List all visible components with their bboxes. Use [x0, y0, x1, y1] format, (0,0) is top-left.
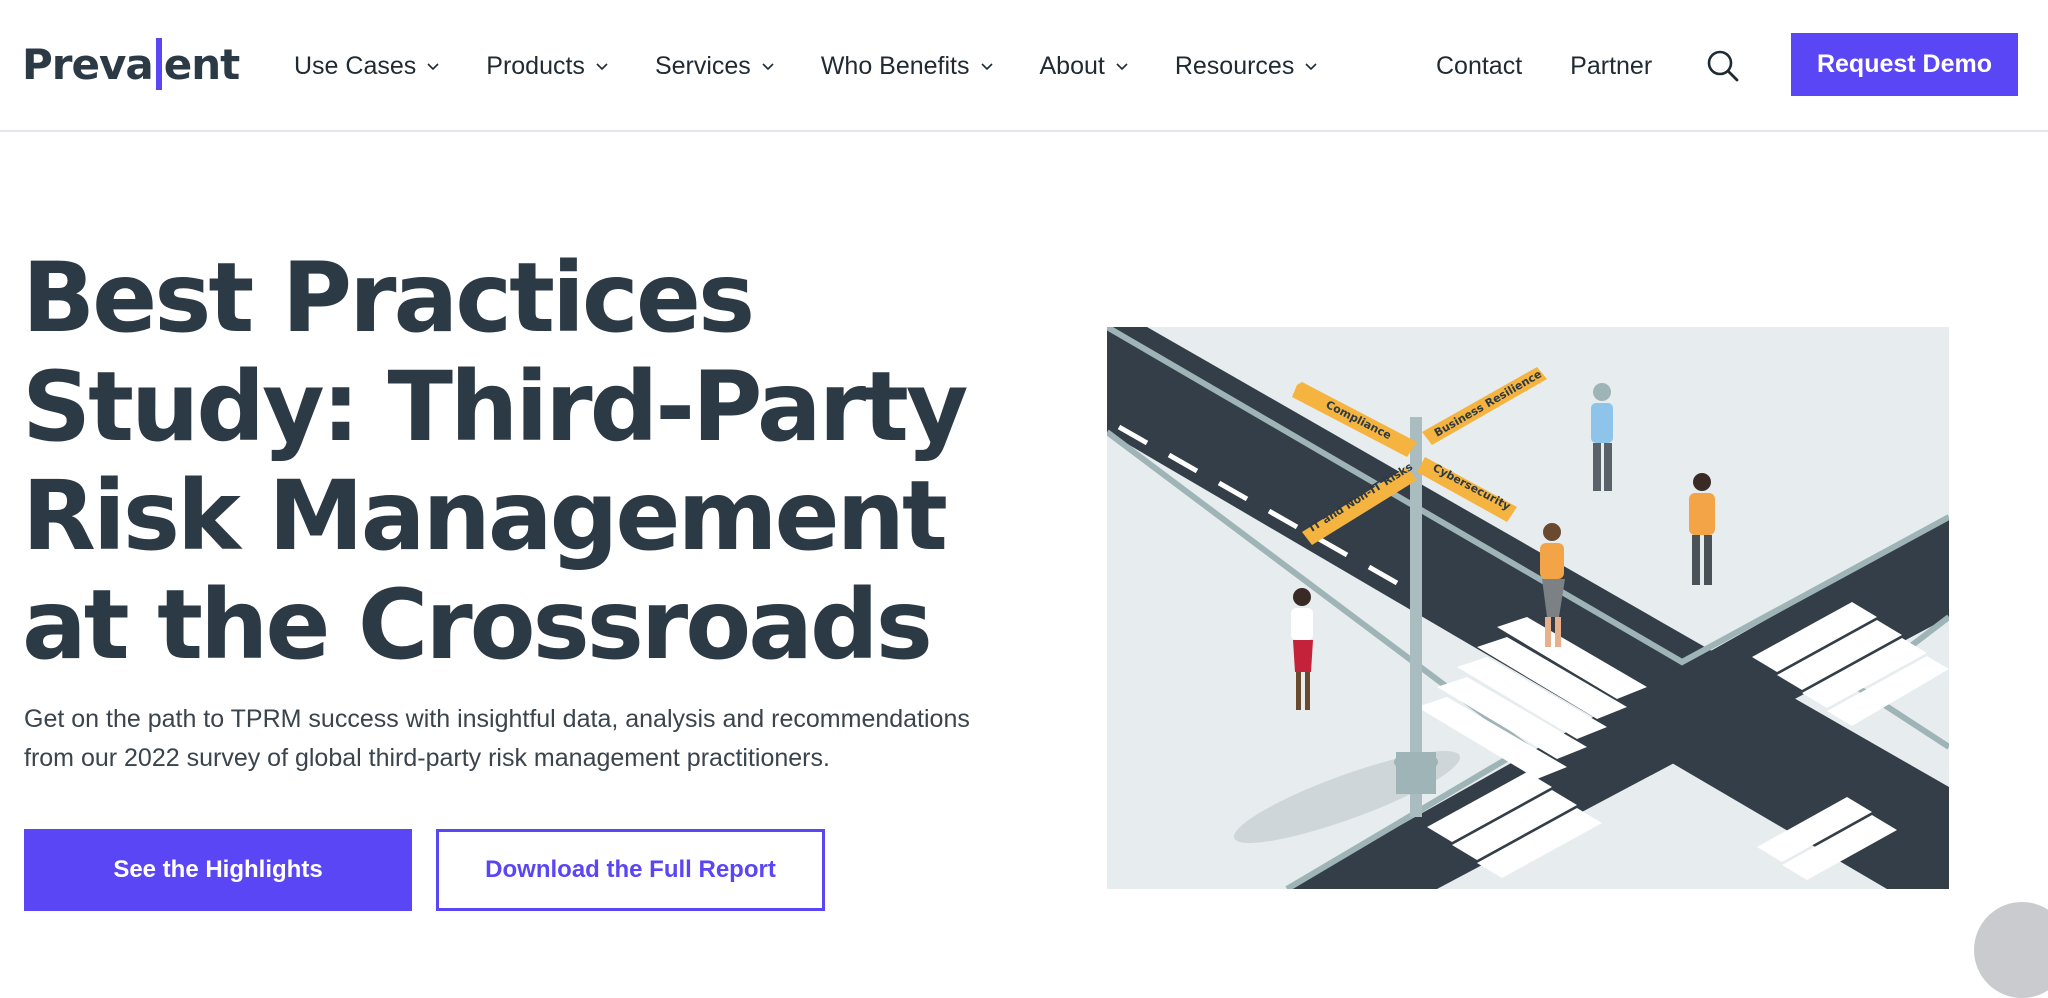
nav-products[interactable]: Products	[486, 40, 609, 92]
chevron-down-icon	[980, 63, 993, 71]
nav-use-cases-label: Use Cases	[294, 51, 417, 80]
chat-widget-button[interactable]	[1974, 902, 2048, 998]
logo-text-end: ent	[163, 39, 240, 89]
nav-partner-link[interactable]: Partner	[1570, 52, 1652, 81]
nav-about-label: About	[1039, 51, 1105, 80]
nav-use-cases[interactable]: Use Cases	[294, 40, 440, 92]
nav-who-benefits-label: Who Benefits	[820, 51, 970, 80]
chevron-down-icon	[596, 63, 608, 71]
search-icon[interactable]	[1706, 49, 1740, 83]
nav-products-label: Products	[486, 51, 585, 80]
nav-utility: Contact Partner	[1436, 40, 1740, 92]
download-report-button[interactable]: Download the Full Report	[436, 829, 825, 911]
site-header: Preva ent Use Cases Products Services Who…	[0, 0, 2048, 132]
nav-who-benefits[interactable]: Who Benefits	[821, 40, 994, 92]
nav-services[interactable]: Services	[655, 40, 775, 92]
chevron-down-icon	[427, 63, 439, 71]
prevalent-logo[interactable]: Preva ent	[22, 36, 240, 92]
crossroads-illustration: Compliance Business Resilience IT and No…	[1107, 327, 1949, 889]
request-demo-button[interactable]: Request Demo	[1791, 33, 2018, 96]
hero-subtitle: Get on the path to TPRM success with ins…	[24, 705, 970, 772]
chevron-down-icon	[1305, 63, 1317, 71]
nav-resources-label: Resources	[1174, 51, 1295, 80]
nav-resources[interactable]: Resources	[1175, 40, 1319, 92]
see-highlights-button[interactable]: See the Highlights	[24, 829, 412, 911]
chevron-down-icon	[762, 63, 774, 71]
nav-services-label: Services	[654, 51, 751, 80]
nav-contact-link[interactable]: Contact	[1436, 52, 1522, 81]
chevron-down-icon	[1116, 63, 1128, 71]
main-nav: Use Cases Products Services Who Benefits…	[294, 40, 1364, 92]
page-title: Best Practices Study: Third-Party Risk M…	[22, 242, 969, 681]
logo-text-start: Preva	[22, 39, 154, 89]
nav-about[interactable]: About	[1040, 40, 1129, 92]
logo-bar	[155, 38, 162, 90]
